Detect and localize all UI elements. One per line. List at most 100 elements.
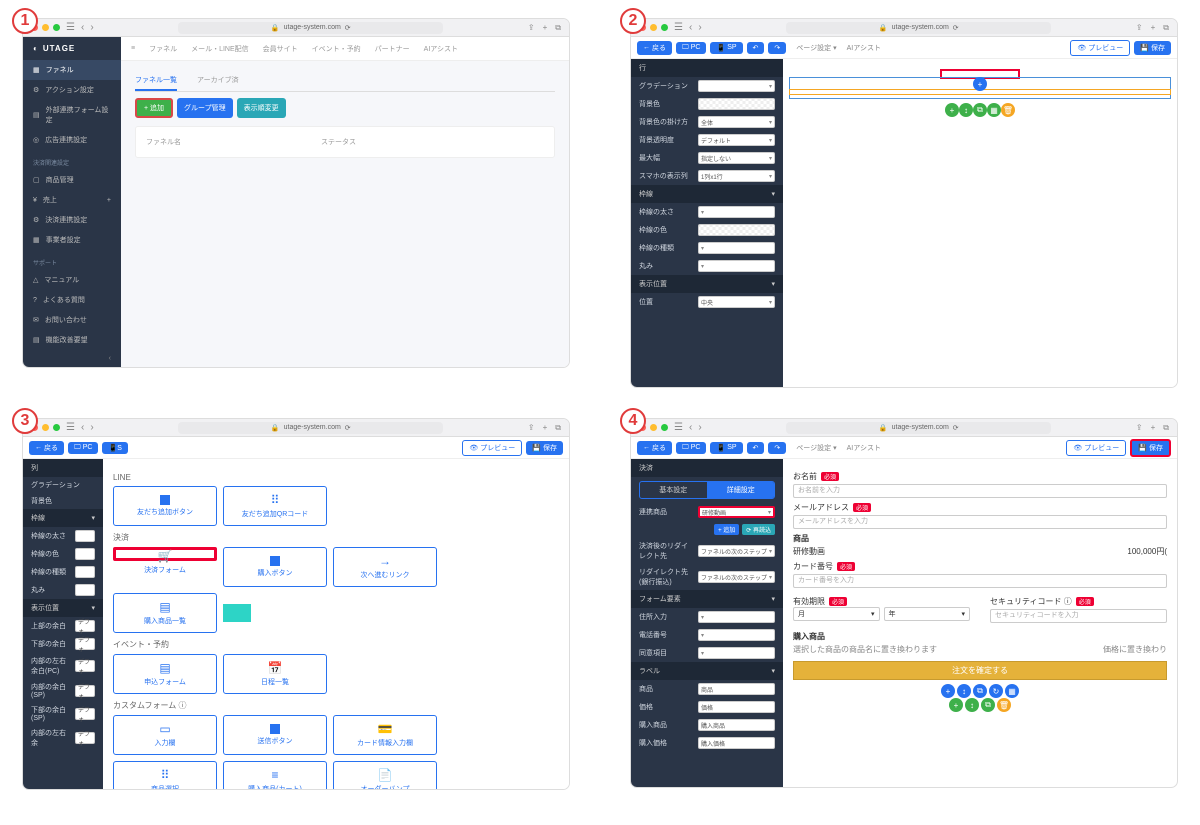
tabs-icon[interactable]: ⧉	[555, 23, 561, 33]
add-button[interactable]: + 追加	[135, 98, 173, 118]
property-panel-3: 列 グラデーション 背景色 枠線▾ 枠線の太さ 枠線の色 枠線の種類 丸み 表示…	[23, 459, 103, 789]
card-input[interactable]: カード番号を入力	[793, 574, 1167, 588]
sidebar-item-products[interactable]: ▢商品管理	[23, 170, 121, 190]
step-badge-4: 4	[620, 408, 646, 434]
gallery-friend-button[interactable]: 友だち追加ボタン	[113, 486, 217, 526]
border-width-select[interactable]	[698, 206, 775, 218]
ai-assist-link[interactable]: AIアシスト	[847, 43, 881, 53]
forward-icon[interactable]: ›	[90, 22, 93, 33]
tab-funnel-list[interactable]: ファネル一覧	[135, 71, 177, 91]
topnav-partner[interactable]: パートナー	[375, 44, 410, 54]
sidebar-item-contact[interactable]: ✉お問い合わせ	[23, 310, 121, 330]
redirect-bank-select[interactable]: ファネルの次のステップ	[698, 571, 775, 583]
topnav-mail[interactable]: メール・LINE配信	[191, 44, 249, 54]
name-input[interactable]: お名前を入力	[793, 484, 1167, 498]
topnav-funnel[interactable]: ファネル	[149, 44, 177, 54]
sidebar-toggle-icon[interactable]: ☰	[66, 22, 75, 33]
max-width-select[interactable]: 指定しない	[698, 152, 775, 164]
position-select[interactable]: 中央	[698, 296, 775, 308]
display-order-button[interactable]: 表示順変更	[237, 98, 286, 118]
step-badge-1: 1	[12, 8, 38, 34]
bg-apply-select[interactable]: 全体	[698, 116, 775, 128]
gallery-payment-form[interactable]: 🛒決済フォーム	[113, 547, 217, 561]
tool-icon[interactable]: +	[945, 103, 959, 117]
gallery-buy-button[interactable]: 購入ボタン	[223, 547, 327, 587]
tab-basic[interactable]: 基本設定	[640, 482, 708, 498]
tab-archived[interactable]: アーカイブ済	[197, 71, 239, 91]
step-badge-2: 2	[620, 8, 646, 34]
border-color-swatch[interactable]	[698, 224, 775, 236]
topnav-ai[interactable]: AIアシスト	[424, 44, 458, 54]
sidebar-item-payment-link[interactable]: ⚙決済連携設定	[23, 210, 121, 230]
sidebar-item-form[interactable]: ▤外部連携フォーム設定	[23, 100, 121, 130]
sidebar-item-funnel[interactable]: ▦ファネル	[23, 60, 121, 80]
confirm-order-button[interactable]: 注文を確定する	[793, 661, 1167, 680]
save-button[interactable]: 💾 保存	[1134, 41, 1171, 55]
topnav-member[interactable]: 会員サイト	[263, 44, 298, 54]
window-3: ☰‹›🔒utage-system.com⟳⇪+⧉ ← 戻る 🖵 PC 📱S 👁 …	[22, 418, 570, 790]
titlebar: ☰ ‹ › 🔒utage-system.com⟳ ⇪ + ⧉	[23, 19, 569, 37]
sp-cols-select[interactable]: 1列x1行	[698, 170, 775, 182]
undo-button[interactable]: ↶	[747, 42, 765, 54]
page-settings-link[interactable]: ページ設定 ▾	[796, 43, 836, 53]
gallery-product-select[interactable]: ⠿商品選択	[113, 761, 217, 790]
property-panel-4: 決済 基本設定 詳細設定 連携商品研修動画 + 追加 ⟳ 再読込 決済後のリダイ…	[631, 459, 783, 787]
newtab-icon[interactable]: +	[543, 23, 548, 33]
element-gallery: LINE 友だち追加ボタン ⠿友だち追加QRコード 決済 🛒決済フォーム 購入ボ…	[103, 459, 569, 789]
gallery-next-link[interactable]: →次へ進むリンク	[333, 547, 437, 587]
add-icon[interactable]: +	[973, 77, 987, 91]
pc-view-button[interactable]: 🖵 PC	[676, 42, 706, 54]
back-button[interactable]: ← 戻る	[637, 41, 672, 55]
gallery-order-bump[interactable]: 📄オーダーバンプ	[333, 761, 437, 790]
sidebar-item-sales[interactable]: ¥売上+	[23, 190, 121, 210]
hamburger-icon[interactable]: ≡	[131, 45, 135, 52]
share-icon[interactable]: ⇪	[528, 23, 535, 33]
border-radius-select[interactable]	[698, 260, 775, 272]
sidebar-item-business[interactable]: ▦事業者設定	[23, 230, 121, 250]
property-panel: 行 グラデーション 背景色 背景色の掛け方全体 背景透明度デフォルト 最大幅指定…	[631, 59, 783, 387]
gallery-input[interactable]: ▭入力欄	[113, 715, 217, 755]
sp-view-button[interactable]: 📱 SP	[710, 42, 742, 54]
gallery-submit[interactable]: 送信ボタン	[223, 715, 327, 755]
gallery-schedule[interactable]: 📅日程一覧	[223, 654, 327, 694]
group-manage-button[interactable]: グループ管理	[177, 98, 233, 118]
redirect-select[interactable]: ファネルの次のステップ	[698, 545, 775, 557]
gradient-select[interactable]	[698, 80, 775, 92]
window-1: ☰ ‹ › 🔒utage-system.com⟳ ⇪ + ⧉ ◐UTAGE ▦ファネ…	[22, 18, 570, 368]
cvv-input[interactable]: セキュリティコードを入力	[990, 609, 1167, 623]
back-icon[interactable]: ‹	[81, 22, 84, 33]
sidebar-item-faq[interactable]: ?よくある質問	[23, 290, 121, 310]
window-4: ☰‹›🔒utage-system.com⟳⇪+⧉ ← 戻る 🖵 PC 📱 SP …	[630, 418, 1178, 788]
gallery-apply-form[interactable]: ▤申込フォーム	[113, 654, 217, 694]
editor-canvas[interactable]: + + ↕ ⧉ ▦ 🗑	[783, 59, 1177, 387]
url-bar[interactable]: 🔒utage-system.com⟳	[178, 22, 443, 34]
tab-detail[interactable]: 詳細設定	[708, 482, 775, 498]
gallery-cart[interactable]: ≡購入商品(カート)	[223, 761, 327, 790]
sidebar-item-ad[interactable]: ◎広告連携設定	[23, 130, 121, 150]
step-badge-3: 3	[12, 408, 38, 434]
topnav-event[interactable]: イベント・予約	[312, 44, 361, 54]
reload-button[interactable]: ⟳ 再読込	[742, 524, 775, 535]
add-product-button[interactable]: + 追加	[714, 524, 739, 535]
border-style-select[interactable]	[698, 242, 775, 254]
window-2: ☰‹›🔒utage-system.com⟳⇪+⧉ ← 戻る 🖵 PC 📱 SP …	[630, 18, 1178, 388]
sidebar-item-manual[interactable]: △マニュアル	[23, 270, 121, 290]
linked-product-select[interactable]: 研修動画	[698, 506, 775, 518]
redo-button[interactable]: ↷	[768, 42, 786, 54]
bg-opacity-select[interactable]: デフォルト	[698, 134, 775, 146]
top-nav: ≡ ファネル メール・LINE配信 会員サイト イベント・予約 パートナー AI…	[121, 37, 569, 61]
delete-icon[interactable]: 🗑	[1001, 103, 1015, 117]
expiry-month-select[interactable]: 月▾	[793, 607, 880, 621]
sidebar-item-action[interactable]: ⚙アクション設定	[23, 80, 121, 100]
gallery-friend-qr[interactable]: ⠿友だち追加QRコード	[223, 486, 327, 526]
sidebar-collapse[interactable]: ‹	[23, 350, 121, 367]
email-input[interactable]: メールアドレスを入力	[793, 515, 1167, 529]
preview-button[interactable]: 👁 プレビュー	[1070, 40, 1130, 56]
bg-color-swatch[interactable]	[698, 98, 775, 110]
expiry-year-select[interactable]: 年▾	[884, 607, 971, 621]
sidebar-item-feedback[interactable]: ▤機能改善要望	[23, 330, 121, 350]
logo: ◐UTAGE	[23, 37, 121, 60]
save-button-highlighted[interactable]: 💾 保存	[1130, 439, 1171, 457]
gallery-product-list[interactable]: ▤購入商品一覧	[113, 593, 217, 633]
gallery-card-input[interactable]: 💳カード情報入力欄	[333, 715, 437, 755]
